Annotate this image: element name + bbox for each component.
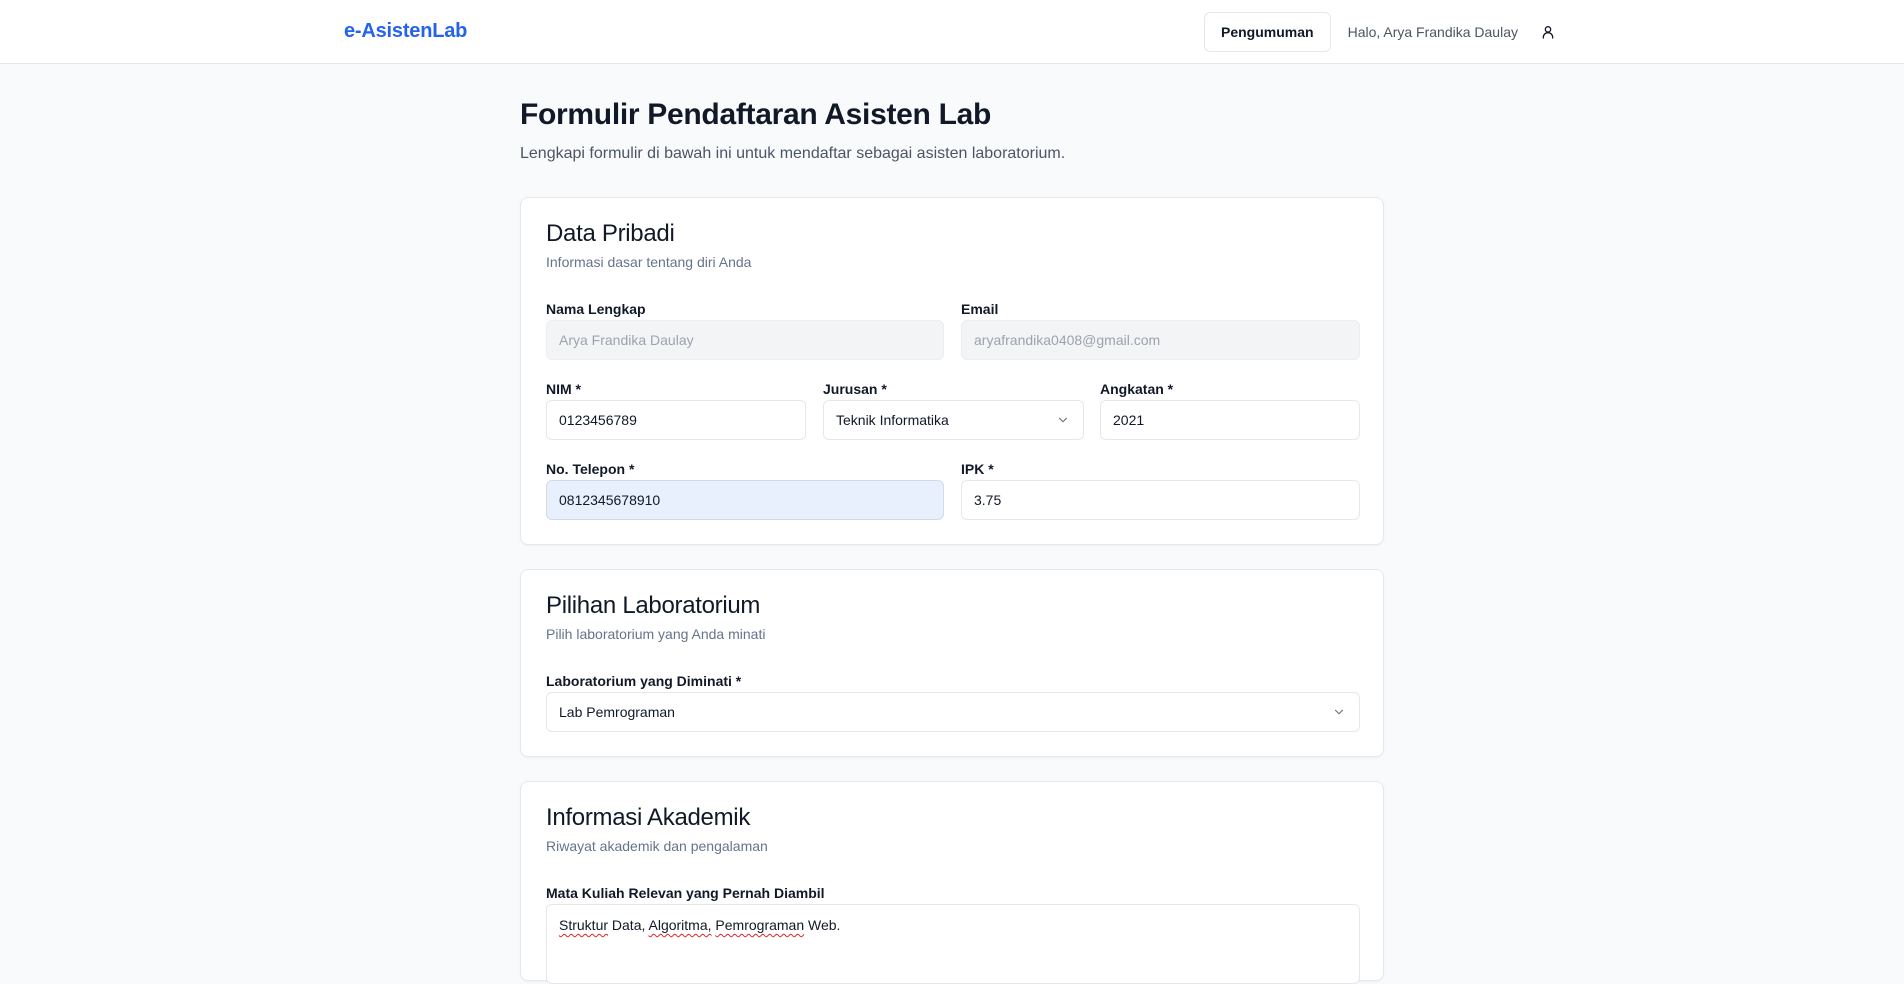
chevron-down-icon bbox=[1055, 412, 1071, 428]
email-label: Email bbox=[961, 301, 999, 317]
year-input[interactable] bbox=[1100, 400, 1360, 440]
academic-info-card: Informasi Akademik Riwayat akademik dan … bbox=[520, 781, 1384, 984]
full-name-field: Arya Frandika Daulay bbox=[546, 320, 944, 360]
nim-label: NIM * bbox=[546, 381, 581, 397]
preferred-lab-selected-value: Lab Pemrograman bbox=[559, 704, 675, 720]
chevron-down-icon bbox=[1331, 704, 1347, 720]
major-select[interactable]: Teknik Informatika bbox=[823, 400, 1084, 440]
phone-label: No. Telepon * bbox=[546, 461, 635, 477]
gpa-label: IPK * bbox=[961, 461, 994, 477]
card-description: Informasi dasar tentang diri Anda bbox=[546, 254, 752, 270]
major-label: Jurusan * bbox=[823, 381, 887, 397]
nim-input[interactable] bbox=[546, 400, 806, 440]
email-field: aryafrandika0408@gmail.com bbox=[961, 320, 1360, 360]
year-label: Angkatan * bbox=[1100, 381, 1174, 397]
page-title: Formulir Pendaftaran Asisten Lab bbox=[520, 98, 992, 131]
preferred-lab-label: Laboratorium yang Diminati * bbox=[546, 673, 742, 689]
nav-right: Pengumuman Halo, Arya Frandika Daulay bbox=[1204, 12, 1560, 52]
gpa-input[interactable] bbox=[961, 480, 1360, 520]
relevant-courses-label: Mata Kuliah Relevan yang Pernah Diambil bbox=[546, 885, 825, 901]
page-subtitle: Lengkapi formulir di bawah ini untuk men… bbox=[520, 145, 1066, 162]
course-word: Algoritma, bbox=[648, 917, 712, 933]
card-description: Pilih laboratorium yang Anda minati bbox=[546, 626, 766, 642]
card-title: Pilihan Laboratorium bbox=[546, 592, 761, 619]
lab-choice-card: Pilihan Laboratorium Pilih laboratorium … bbox=[520, 569, 1384, 757]
card-description: Riwayat akademik dan pengalaman bbox=[546, 838, 768, 854]
full-name-label: Nama Lengkap bbox=[546, 301, 646, 317]
card-title: Data Pribadi bbox=[546, 220, 675, 247]
navbar: e-AsistenLab Pengumuman Halo, Arya Frand… bbox=[0, 0, 1904, 64]
course-word: Pemrograman bbox=[715, 917, 805, 933]
personal-data-card: Data Pribadi Informasi dasar tentang dir… bbox=[520, 197, 1384, 545]
course-word: Web. bbox=[808, 917, 841, 933]
card-title: Informasi Akademik bbox=[546, 804, 751, 831]
brand-logo[interactable]: e-AsistenLab bbox=[344, 20, 467, 43]
major-selected-value: Teknik Informatika bbox=[836, 412, 949, 428]
course-word: Struktur bbox=[559, 917, 609, 933]
phone-input[interactable] bbox=[546, 480, 944, 520]
user-greeting: Halo, Arya Frandika Daulay bbox=[1347, 24, 1518, 40]
preferred-lab-select[interactable]: Lab Pemrograman bbox=[546, 692, 1360, 732]
course-word: Data, bbox=[611, 917, 646, 933]
announcement-button[interactable]: Pengumuman bbox=[1204, 12, 1331, 52]
relevant-courses-textarea[interactable]: Struktur Data, Algoritma, Pemrograman We… bbox=[546, 904, 1360, 984]
user-icon[interactable] bbox=[1536, 20, 1560, 44]
